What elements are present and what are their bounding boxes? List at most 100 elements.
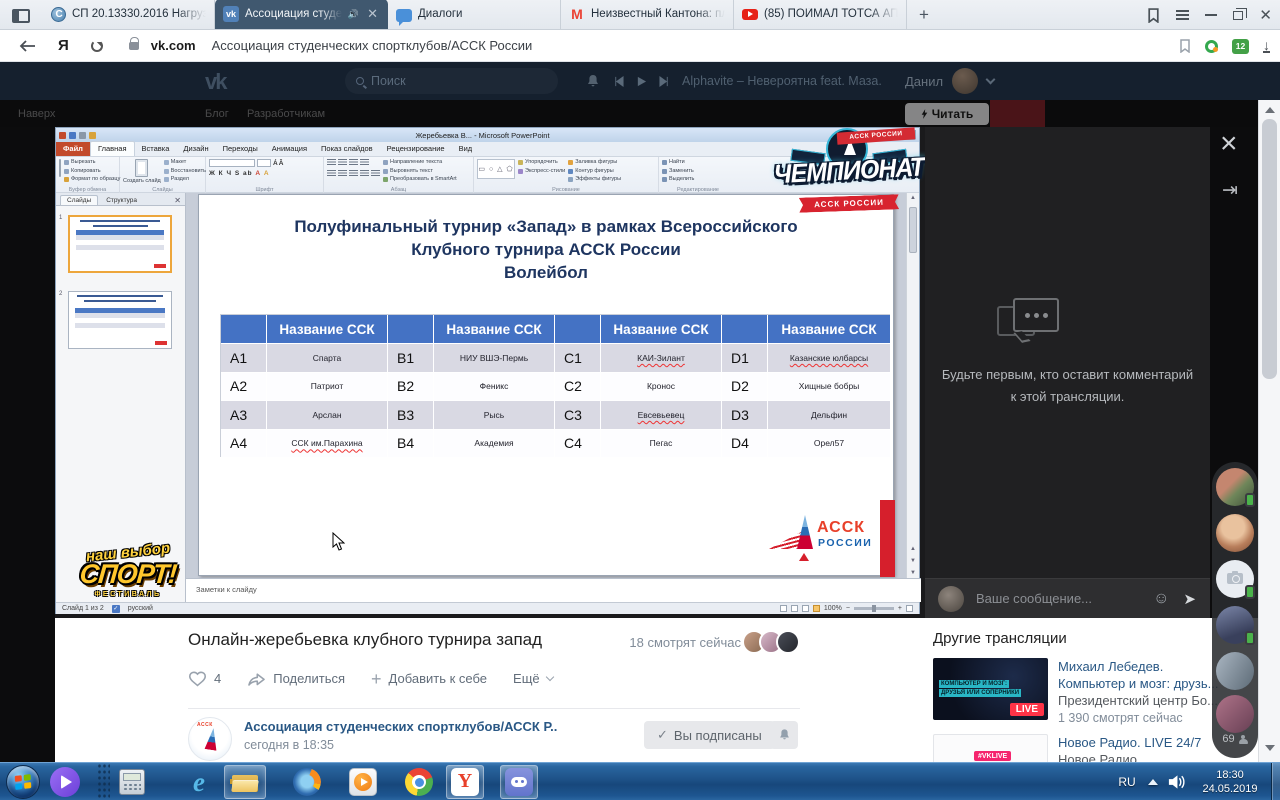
columns-icon[interactable] <box>371 170 380 178</box>
now-playing-track[interactable]: Alphavite – Невероятна feat. Маза... <box>682 74 882 88</box>
tray-expand-icon[interactable] <box>1146 763 1160 800</box>
font-size-box[interactable] <box>257 159 271 167</box>
message-input[interactable]: Ваше сообщение... ☺ ➤ <box>925 578 1210 618</box>
user-menu[interactable]: Данил <box>905 68 994 94</box>
browser-tab-youtube[interactable]: (85) ПОЙМАЛ ТОТСА АПЛ <box>734 0 907 29</box>
find-button[interactable]: Найти <box>662 159 694 167</box>
new-slide-button[interactable]: Создать слайд <box>123 178 161 184</box>
ppt-tab-slideshow[interactable]: Показ слайдов <box>314 142 380 156</box>
taskbar-yandex-button[interactable]: Y <box>446 765 484 799</box>
format-painter-button[interactable]: Формат по образцу <box>64 176 120 184</box>
zoom-slider[interactable] <box>854 607 894 610</box>
viewer-avatars[interactable] <box>749 630 800 654</box>
ppt-tab-home[interactable]: Главная <box>90 141 135 156</box>
taskbar-explorer-button[interactable] <box>224 765 266 799</box>
window-close-button[interactable]: ✕ <box>1259 8 1272 23</box>
adblock-badge[interactable]: 12 <box>1232 39 1249 54</box>
slide-thumbnail-2[interactable] <box>68 291 172 349</box>
stream-thumbnail[interactable]: #VKLIVE <box>933 734 1048 762</box>
cut-button[interactable]: Вырезать <box>64 159 120 167</box>
ppt-scrollbar[interactable]: ▲ ▲ ▼ ▼ <box>906 193 919 578</box>
text-direction-button[interactable]: Направление текста <box>383 159 457 167</box>
play-icon[interactable] <box>636 76 647 87</box>
shapes-gallery[interactable]: ▭ ○ △ ⬠ <box>477 159 515 179</box>
address-host[interactable]: vk.com <box>151 38 196 53</box>
replace-button[interactable]: Заменить <box>662 168 694 176</box>
bell-icon[interactable] <box>585 73 601 89</box>
quick-styles-button[interactable]: Экспресс-стили <box>518 168 565 176</box>
window-minimize-button[interactable] <box>1205 14 1217 16</box>
viewer-avatar[interactable] <box>1216 514 1254 552</box>
start-button[interactable] <box>4 763 42 800</box>
window-restore-button[interactable] <box>1233 11 1243 20</box>
select-button[interactable]: Выделить <box>662 176 694 184</box>
emoji-icon[interactable]: ☺ <box>1153 590 1169 608</box>
vk-logo[interactable]: vk <box>205 69 225 95</box>
smartart-button[interactable]: Преобразовать в SmartArt <box>383 176 457 184</box>
font-name-box[interactable] <box>209 159 255 167</box>
https-lock-icon[interactable] <box>129 42 139 50</box>
volume-icon[interactable] <box>1164 763 1188 800</box>
shape-effects-button[interactable]: Эффекты фигуры <box>568 176 621 184</box>
live-stream-video[interactable]: Жеребьевка В... - Microsoft PowerPoint —… <box>55 127 925 618</box>
align-text-button[interactable]: Выровнять текст <box>383 168 457 176</box>
reload-icon[interactable] <box>91 40 103 52</box>
community-avatar[interactable]: АССК <box>188 717 232 761</box>
close-icon[interactable]: × <box>1220 127 1238 161</box>
new-slide-icon[interactable] <box>135 159 148 177</box>
theater-mode-icon[interactable]: ⇥ <box>1222 179 1238 202</box>
new-tab-button[interactable]: + <box>907 5 941 29</box>
browser-tab-vk-active[interactable]: vk Ассоциация студенч 🔊 ✕ <box>215 0 388 29</box>
grow-shrink-font[interactable]: А́А̌ <box>273 160 284 167</box>
justify-icon[interactable] <box>360 170 369 178</box>
viewer-avatar[interactable] <box>1216 606 1254 644</box>
yandex-logo-icon[interactable]: Я <box>58 37 69 54</box>
stream-link[interactable]: Михаил Лебедев. <box>1058 658 1218 675</box>
like-button[interactable]: 4 <box>188 670 221 687</box>
viewer-avatar[interactable] <box>1216 652 1254 690</box>
prev-track-icon[interactable] <box>613 76 624 87</box>
tab-audio-icon[interactable]: 🔊 <box>348 9 359 20</box>
slideshow-view-icon[interactable] <box>813 605 820 612</box>
language-indicator[interactable]: RU <box>1112 763 1142 800</box>
bullets-icon[interactable] <box>327 159 336 167</box>
quick-access-toolbar[interactable] <box>59 132 96 139</box>
shape-fill-button[interactable]: Заливка фигуры <box>568 159 621 167</box>
search-input[interactable]: Поиск <box>345 68 558 94</box>
clock[interactable]: 18:30 24.05.2019 <box>1192 763 1268 800</box>
more-button[interactable]: Ещё <box>513 671 553 686</box>
slide[interactable]: Полуфинальный турнир «Запад» в рамках Вс… <box>198 194 894 576</box>
paste-icon[interactable] <box>59 159 61 177</box>
viewer-avatar[interactable] <box>1216 468 1254 506</box>
ppt-tab-animations[interactable]: Анимация <box>265 142 314 156</box>
stream-thumbnail[interactable]: КОМПЬЮТЕР И МОЗГ: ДРУЗЬЯ ИЛИ СОПЕРНИКИ L… <box>933 658 1048 720</box>
viewer-avatar-camera[interactable] <box>1216 560 1254 598</box>
ppt-tab-insert[interactable]: Вставка <box>135 142 177 156</box>
subscribed-button[interactable]: ✓ Вы подписаны <box>644 721 775 749</box>
copy-button[interactable]: Копировать <box>64 168 120 176</box>
browser-tab-sp[interactable]: СП 20.13330.2016 Нагрузк <box>42 0 215 29</box>
scroll-down-icon[interactable] <box>1265 745 1275 751</box>
align-center-icon[interactable] <box>338 170 347 178</box>
align-left-icon[interactable] <box>327 170 336 178</box>
sidebar-panel-icon[interactable] <box>12 9 30 23</box>
pane-tab-slides[interactable]: Слайды <box>60 195 98 205</box>
stream-list-item[interactable]: #VKLIVE Новое Радио. LIVE 24/7 Новое Рад… <box>933 734 1201 762</box>
back-icon[interactable] <box>18 39 36 53</box>
stream-list-item[interactable]: КОМПЬЮТЕР И МОЗГ: ДРУЗЬЯ ИЛИ СОПЕРНИКИ L… <box>933 658 1218 727</box>
ppt-tab-file[interactable]: Файл <box>56 142 90 156</box>
browser-menu-icon[interactable] <box>1176 10 1189 20</box>
shape-outline-button[interactable]: Контур фигуры <box>568 168 621 176</box>
ppt-notes-pane[interactable]: Заметки к слайду <box>186 578 921 602</box>
nav-blog-link[interactable]: Блог <box>205 108 229 120</box>
scroll-thumb[interactable] <box>1262 119 1277 379</box>
ppt-tab-design[interactable]: Дизайн <box>176 142 215 156</box>
downloads-icon[interactable]: ↓ <box>1263 39 1270 53</box>
zoom-out-icon[interactable]: − <box>846 605 850 612</box>
font-style-buttons[interactable]: Ж К Ч S ab А А <box>209 170 284 177</box>
page-scrollbar[interactable] <box>1258 100 1280 762</box>
next-track-icon[interactable] <box>659 76 670 87</box>
pane-close-icon[interactable]: ✕ <box>174 196 181 205</box>
align-right-icon[interactable] <box>349 170 358 178</box>
notifications-bell-button[interactable] <box>770 721 798 749</box>
